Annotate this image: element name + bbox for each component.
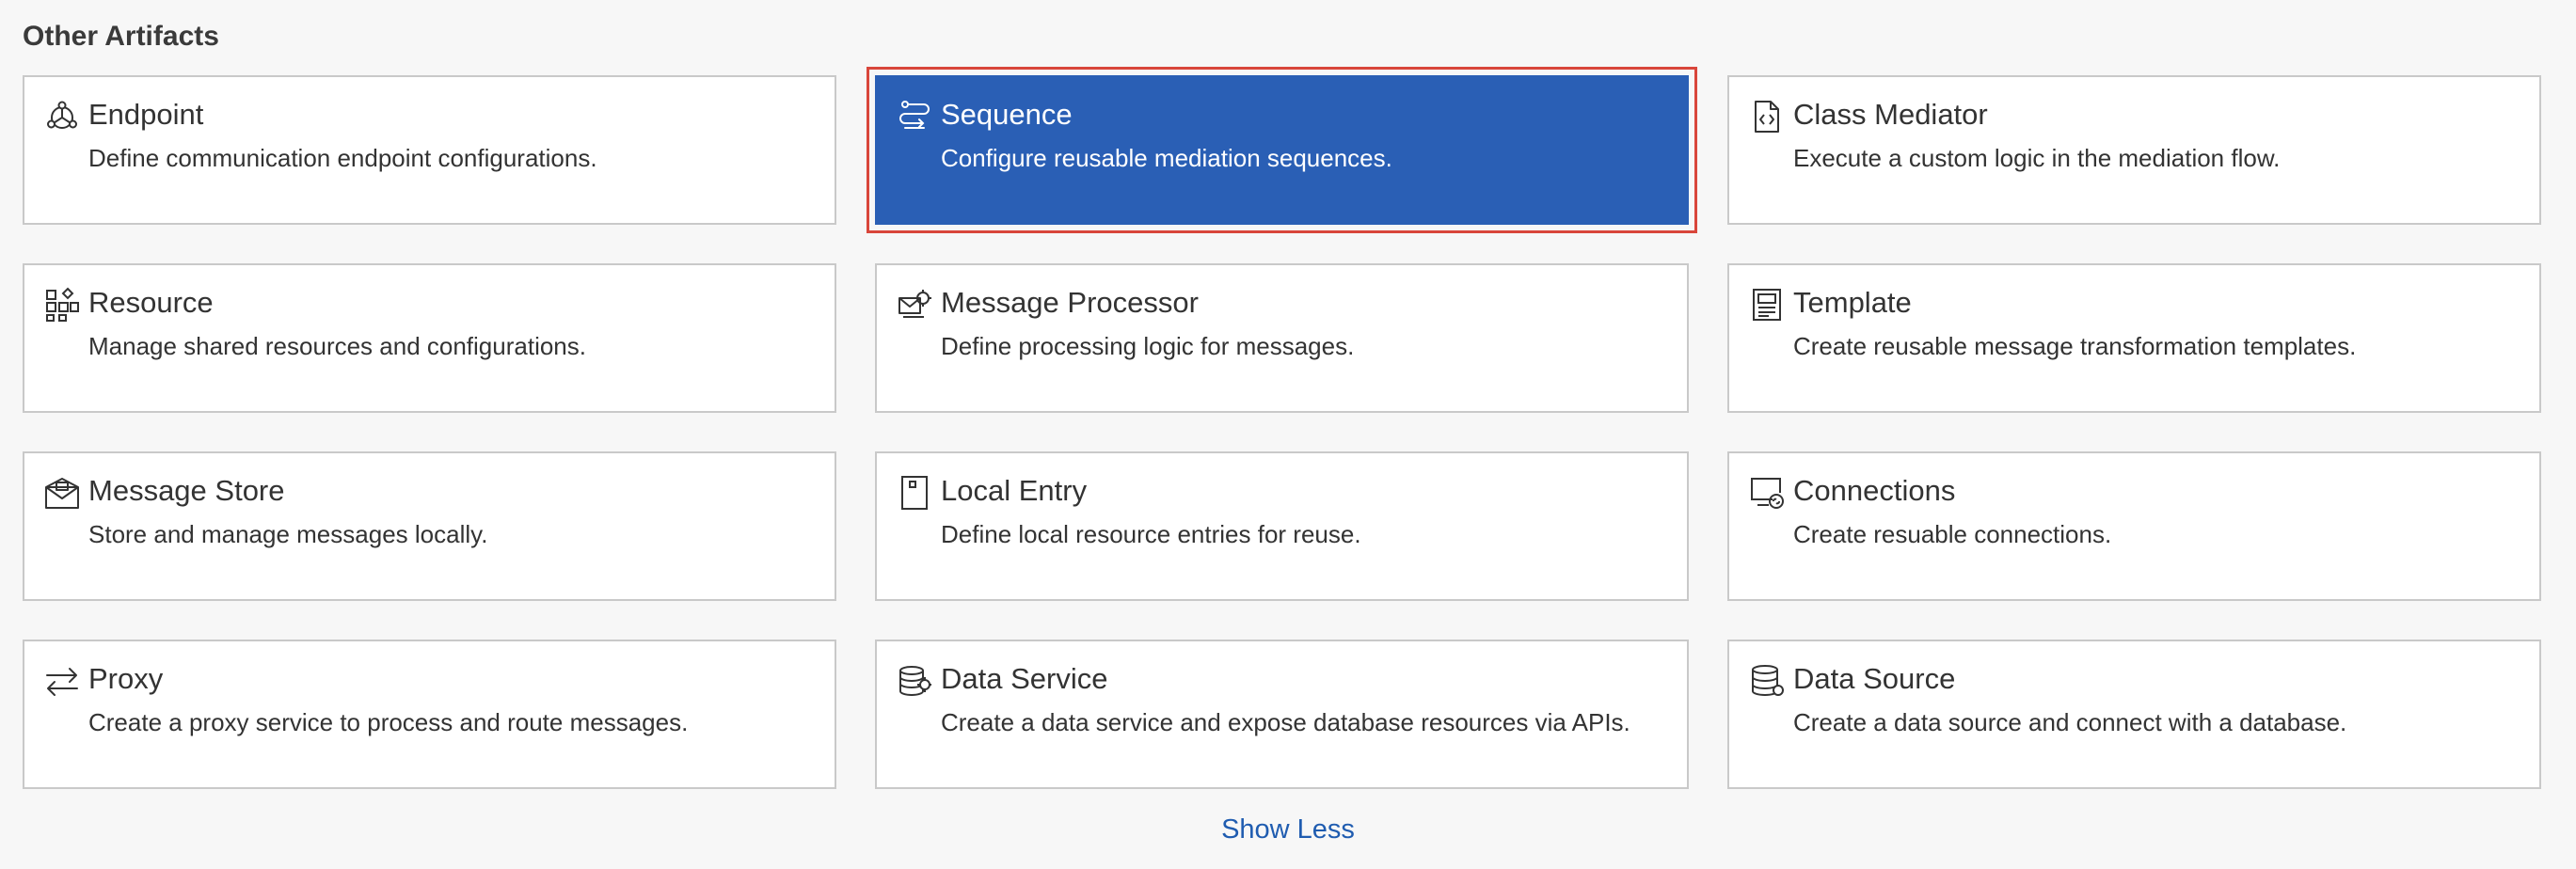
card-title: Endpoint <box>88 98 204 131</box>
section-title: Other Artifacts <box>23 21 219 52</box>
card-connections[interactable]: Connections Create resuable connections. <box>1727 451 2541 601</box>
card-description: Create a proxy service to process and ro… <box>88 708 689 736</box>
card-description: Store and manage messages locally. <box>88 520 488 548</box>
card-title: Class Mediator <box>1793 98 1988 131</box>
proxy-icon <box>43 662 81 700</box>
card-class-mediator[interactable]: Class Mediator Execute a custom logic in… <box>1727 75 2541 225</box>
show-less-link[interactable]: Show Less <box>0 814 2576 845</box>
card-description: Create resuable connections. <box>1793 520 2112 548</box>
message-store-icon <box>43 474 81 512</box>
card-proxy[interactable]: Proxy Create a proxy service to process … <box>23 640 836 789</box>
card-resource[interactable]: Resource Manage shared resources and con… <box>23 263 836 413</box>
card-description: Manage shared resources and configuratio… <box>88 332 586 360</box>
card-description: Execute a custom logic in the mediation … <box>1793 144 2281 172</box>
card-description: Create a data source and connect with a … <box>1793 708 2347 736</box>
data-source-icon <box>1748 662 1786 700</box>
card-title: Message Processor <box>941 286 1199 319</box>
resource-icon <box>43 286 81 324</box>
card-description: Create a data service and expose databas… <box>941 708 1630 736</box>
card-description: Define communication endpoint configurat… <box>88 144 597 172</box>
card-message-processor[interactable]: Message Processor Define processing logi… <box>875 263 1689 413</box>
card-title: Data Source <box>1793 662 1956 695</box>
artifact-grid: Endpoint Define communication endpoint c… <box>23 67 2541 789</box>
card-sequence[interactable]: Sequence Configure reusable mediation se… <box>867 67 1697 233</box>
card-description: Define processing logic for messages. <box>941 332 1355 360</box>
local-entry-icon <box>896 474 933 512</box>
card-title: Connections <box>1793 474 1956 507</box>
card-description: Create reusable message transformation t… <box>1793 332 2357 360</box>
card-title: Local Entry <box>941 474 1088 507</box>
card-title: Sequence <box>941 98 1073 131</box>
card-description: Define local resource entries for reuse. <box>941 520 1361 548</box>
card-title: Template <box>1793 286 1912 319</box>
card-local-entry[interactable]: Local Entry Define local resource entrie… <box>875 451 1689 601</box>
card-title: Data Service <box>941 662 1108 695</box>
card-data-service[interactable]: Data Service Create a data service and e… <box>875 640 1689 789</box>
card-message-store[interactable]: Message Store Store and manage messages … <box>23 451 836 601</box>
message-processor-icon <box>896 286 933 324</box>
card-endpoint[interactable]: Endpoint Define communication endpoint c… <box>23 75 836 225</box>
sequence-icon <box>896 98 933 135</box>
card-data-source[interactable]: Data Source Create a data source and con… <box>1727 640 2541 789</box>
other-artifacts-panel: Other Artifacts Endpoint Define communic… <box>0 0 2576 869</box>
endpoint-icon <box>43 98 81 135</box>
card-description: Configure reusable mediation sequences. <box>941 144 1392 172</box>
card-title: Proxy <box>88 662 164 695</box>
class-mediator-icon <box>1748 98 1786 135</box>
data-service-icon <box>896 662 933 700</box>
card-template[interactable]: Template Create reusable message transfo… <box>1727 263 2541 413</box>
card-title: Message Store <box>88 474 285 507</box>
template-icon <box>1748 286 1786 324</box>
connections-icon <box>1748 474 1786 512</box>
card-title: Resource <box>88 286 214 319</box>
